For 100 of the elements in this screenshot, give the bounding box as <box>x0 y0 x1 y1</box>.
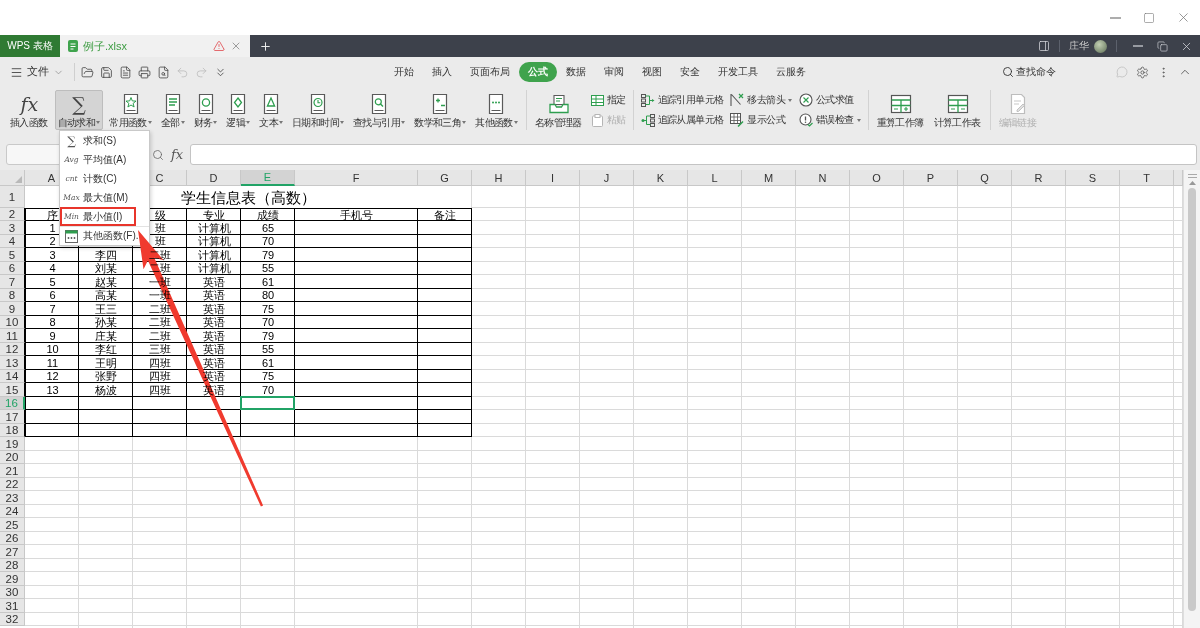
column-header[interactable]: F <box>295 170 418 186</box>
search-button[interactable]: 查找命令 <box>1000 62 1058 82</box>
worksheet-grid[interactable] <box>25 186 1183 628</box>
column-header[interactable]: D <box>187 170 241 186</box>
row-header[interactable]: 32 <box>0 613 25 626</box>
column-header[interactable]: T <box>1120 170 1174 186</box>
column-header[interactable]: P <box>904 170 958 186</box>
row-header[interactable]: 3 <box>0 221 25 235</box>
ribbon-button[interactable]: 追踪从属单元格 <box>638 111 726 129</box>
select-all-button[interactable] <box>0 170 25 186</box>
row-header[interactable]: 22 <box>0 478 25 491</box>
column-header[interactable]: O <box>850 170 904 186</box>
ribbon-button[interactable]: 财务 <box>190 90 221 130</box>
scroll-up-icon[interactable] <box>1188 181 1196 185</box>
ribbon-button[interactable]: ∑ 自动求和 <box>54 90 104 130</box>
row-header[interactable]: 17 <box>0 410 25 424</box>
row-header[interactable]: 27 <box>0 545 25 559</box>
close-icon[interactable] <box>230 40 242 52</box>
row-header[interactable]: 9 <box>0 302 25 316</box>
ribbon-button[interactable]: 日期和时间 <box>289 90 348 130</box>
row-header[interactable]: 12 <box>0 343 25 356</box>
menu-tab[interactable]: 开发工具 <box>709 62 767 82</box>
column-header[interactable]: K <box>634 170 688 186</box>
column-header[interactable]: N <box>796 170 850 186</box>
row-header[interactable]: 2 <box>0 208 25 221</box>
row-header[interactable]: 4 <box>0 235 25 248</box>
folder-icon[interactable] <box>81 65 94 79</box>
app-tab[interactable]: WPS 表格 <box>0 35 60 57</box>
row-header[interactable]: 6 <box>0 262 25 275</box>
ribbon-button[interactable]: 查找与引用 <box>350 90 409 130</box>
menu-tab[interactable]: 开始 <box>385 62 423 82</box>
document-icon[interactable] <box>119 65 132 79</box>
ribbon-button[interactable]: 显示公式 <box>728 111 787 129</box>
selected-cell[interactable] <box>240 396 295 410</box>
ribbon-button[interactable]: 计算工作表 <box>930 90 985 130</box>
column-header[interactable]: H <box>472 170 526 186</box>
ribbon-button[interactable]: 常用函数 <box>106 90 155 130</box>
ribbon-button[interactable]: 指定 <box>588 91 628 109</box>
ribbon-button[interactable]: 全部 <box>157 90 188 130</box>
column-header[interactable]: R <box>1012 170 1066 186</box>
scrollbar-thumb[interactable] <box>1188 188 1196 611</box>
row-header[interactable]: 23 <box>0 491 25 505</box>
row-header[interactable]: 25 <box>0 518 25 532</box>
scrollbar[interactable] <box>1183 170 1200 628</box>
column-header[interactable]: S <box>1066 170 1120 186</box>
row-header[interactable]: 19 <box>0 437 25 451</box>
column-header[interactable]: G <box>418 170 472 186</box>
ribbon-button[interactable]: 重算工作簿 <box>873 90 928 130</box>
row-header[interactable]: 1 <box>0 186 25 208</box>
ribbon-button[interactable]: 错误检查 <box>797 111 863 129</box>
menu-tab[interactable]: 页面布局 <box>461 62 519 82</box>
avatar-icon[interactable] <box>1094 39 1107 53</box>
row-header[interactable]: 18 <box>0 424 25 437</box>
menu-tab[interactable]: 云服务 <box>767 62 815 82</box>
column-header[interactable]: M <box>742 170 796 186</box>
row-header[interactable]: 29 <box>0 572 25 586</box>
row-header[interactable]: 11 <box>0 329 25 343</box>
ribbon-button[interactable]: 逻辑 <box>223 90 254 130</box>
ribbon-button[interactable]: 名称管理器 <box>531 90 586 130</box>
magnifier-icon[interactable] <box>152 148 164 161</box>
row-header[interactable]: 20 <box>0 451 25 464</box>
menu-item[interactable]: ∑ 求和(S) <box>60 131 149 150</box>
row-header[interactable]: 10 <box>0 316 25 329</box>
ribbon-button[interactable]: 文本 <box>256 90 287 130</box>
row-header[interactable]: 28 <box>0 559 25 572</box>
menu-tab[interactable]: 视图 <box>633 62 671 82</box>
ribbon-button[interactable]: 公式求值 <box>797 91 856 109</box>
ribbon-button[interactable]: 数学和三角 <box>411 90 470 130</box>
ribbon-button[interactable]: 其他函数 <box>472 90 521 130</box>
menu-tab[interactable]: 插入 <box>423 62 461 82</box>
row-header[interactable]: 26 <box>0 532 25 545</box>
row-header[interactable]: 30 <box>0 586 25 599</box>
column-header[interactable]: J <box>580 170 634 186</box>
row-header[interactable]: 13 <box>0 356 25 370</box>
row-header[interactable]: 7 <box>0 275 25 289</box>
row-header[interactable]: 24 <box>0 505 25 518</box>
add-icon[interactable] <box>259 39 272 53</box>
printer-icon[interactable] <box>138 65 151 79</box>
document-search-icon[interactable] <box>157 65 170 79</box>
file-menu-button[interactable]: 文件 <box>6 61 68 83</box>
menu-tab[interactable]: 安全 <box>671 62 709 82</box>
column-header[interactable]: Q <box>958 170 1012 186</box>
menu-tab[interactable]: 审阅 <box>595 62 633 82</box>
function-button[interactable]: fx <box>170 146 185 163</box>
row-header[interactable]: 14 <box>0 370 25 383</box>
column-header[interactable]: I <box>526 170 580 186</box>
ribbon-button[interactable]: 移去箭头 <box>728 91 794 109</box>
menu-tab[interactable]: 数据 <box>557 62 595 82</box>
save-icon[interactable] <box>100 65 113 79</box>
ribbon-button[interactable]: 追踪引用单元格 <box>638 91 726 109</box>
ribbon-button[interactable]: fx 插入函数 <box>7 90 52 130</box>
panel-icon[interactable] <box>1038 40 1050 52</box>
row-header[interactable]: 8 <box>0 289 25 302</box>
row-header[interactable]: 31 <box>0 599 25 613</box>
settings-icon[interactable] <box>1136 65 1149 79</box>
row-header[interactable]: 5 <box>0 248 25 262</box>
row-header[interactable]: 15 <box>0 383 25 397</box>
formula-input[interactable] <box>190 144 1197 165</box>
row-header[interactable]: 21 <box>0 464 25 478</box>
column-header[interactable]: L <box>688 170 742 186</box>
